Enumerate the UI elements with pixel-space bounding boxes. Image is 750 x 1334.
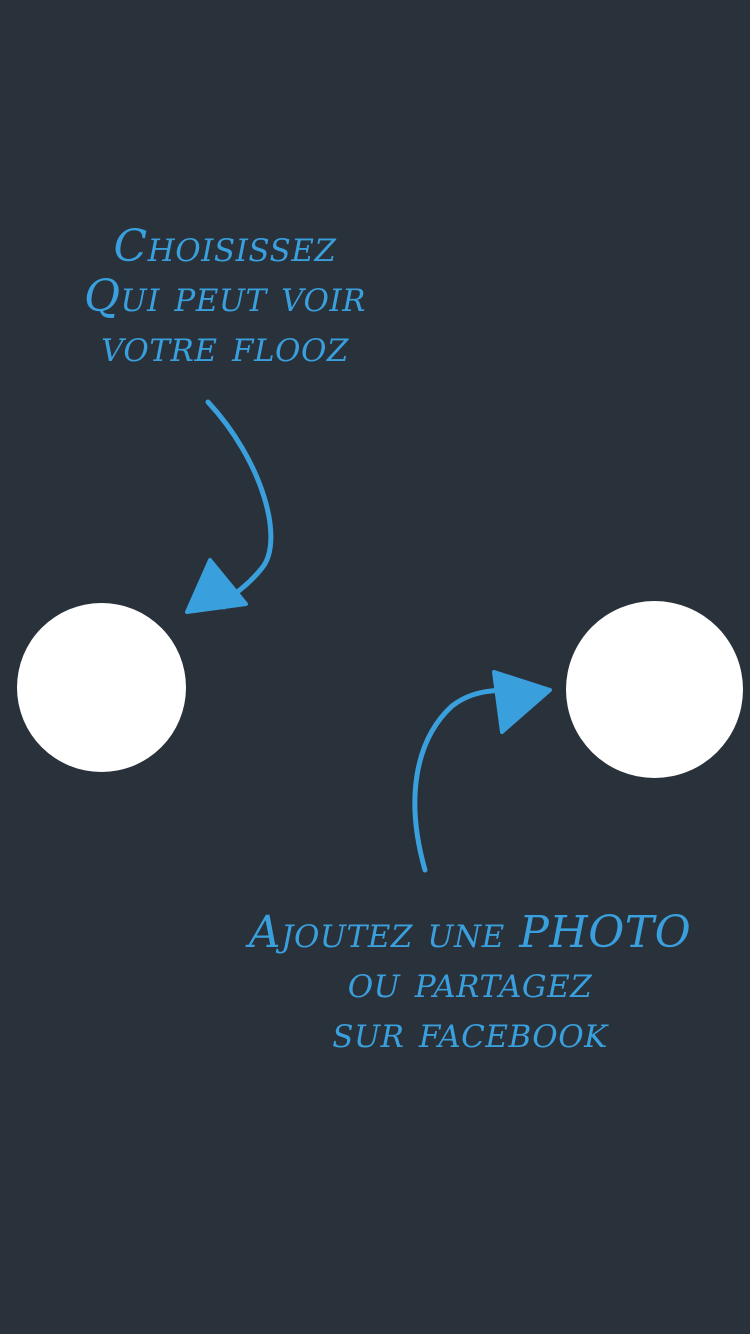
visibility-hint-line-3: votre flooz <box>101 321 349 372</box>
tutorial-screen: { "colors": { "background": "#29313b", "… <box>0 0 750 1334</box>
arrow-to-visibility-icon <box>185 399 274 614</box>
photo-hint-line-3: sur facebook <box>332 1007 608 1058</box>
photo-hint-line-1: Ajoutez une PHOTO <box>248 907 692 958</box>
photo-circle-button[interactable] <box>566 601 743 778</box>
photo-hint: Ajoutez une PHOTO ou partagez sur facebo… <box>215 908 725 1058</box>
visibility-hint-line-1: Choisissez <box>113 221 337 272</box>
visibility-hint: Choisissez Qui peut voir votre flooz <box>30 222 420 372</box>
visibility-circle-button[interactable] <box>17 603 186 772</box>
tutorial-overlay: Choisissez Qui peut voir votre flooz Ajo… <box>0 0 750 1334</box>
arrow-to-photo-icon <box>412 670 552 873</box>
visibility-hint-line-2: Qui peut voir <box>83 271 367 322</box>
photo-hint-line-2: ou partagez <box>347 957 593 1008</box>
